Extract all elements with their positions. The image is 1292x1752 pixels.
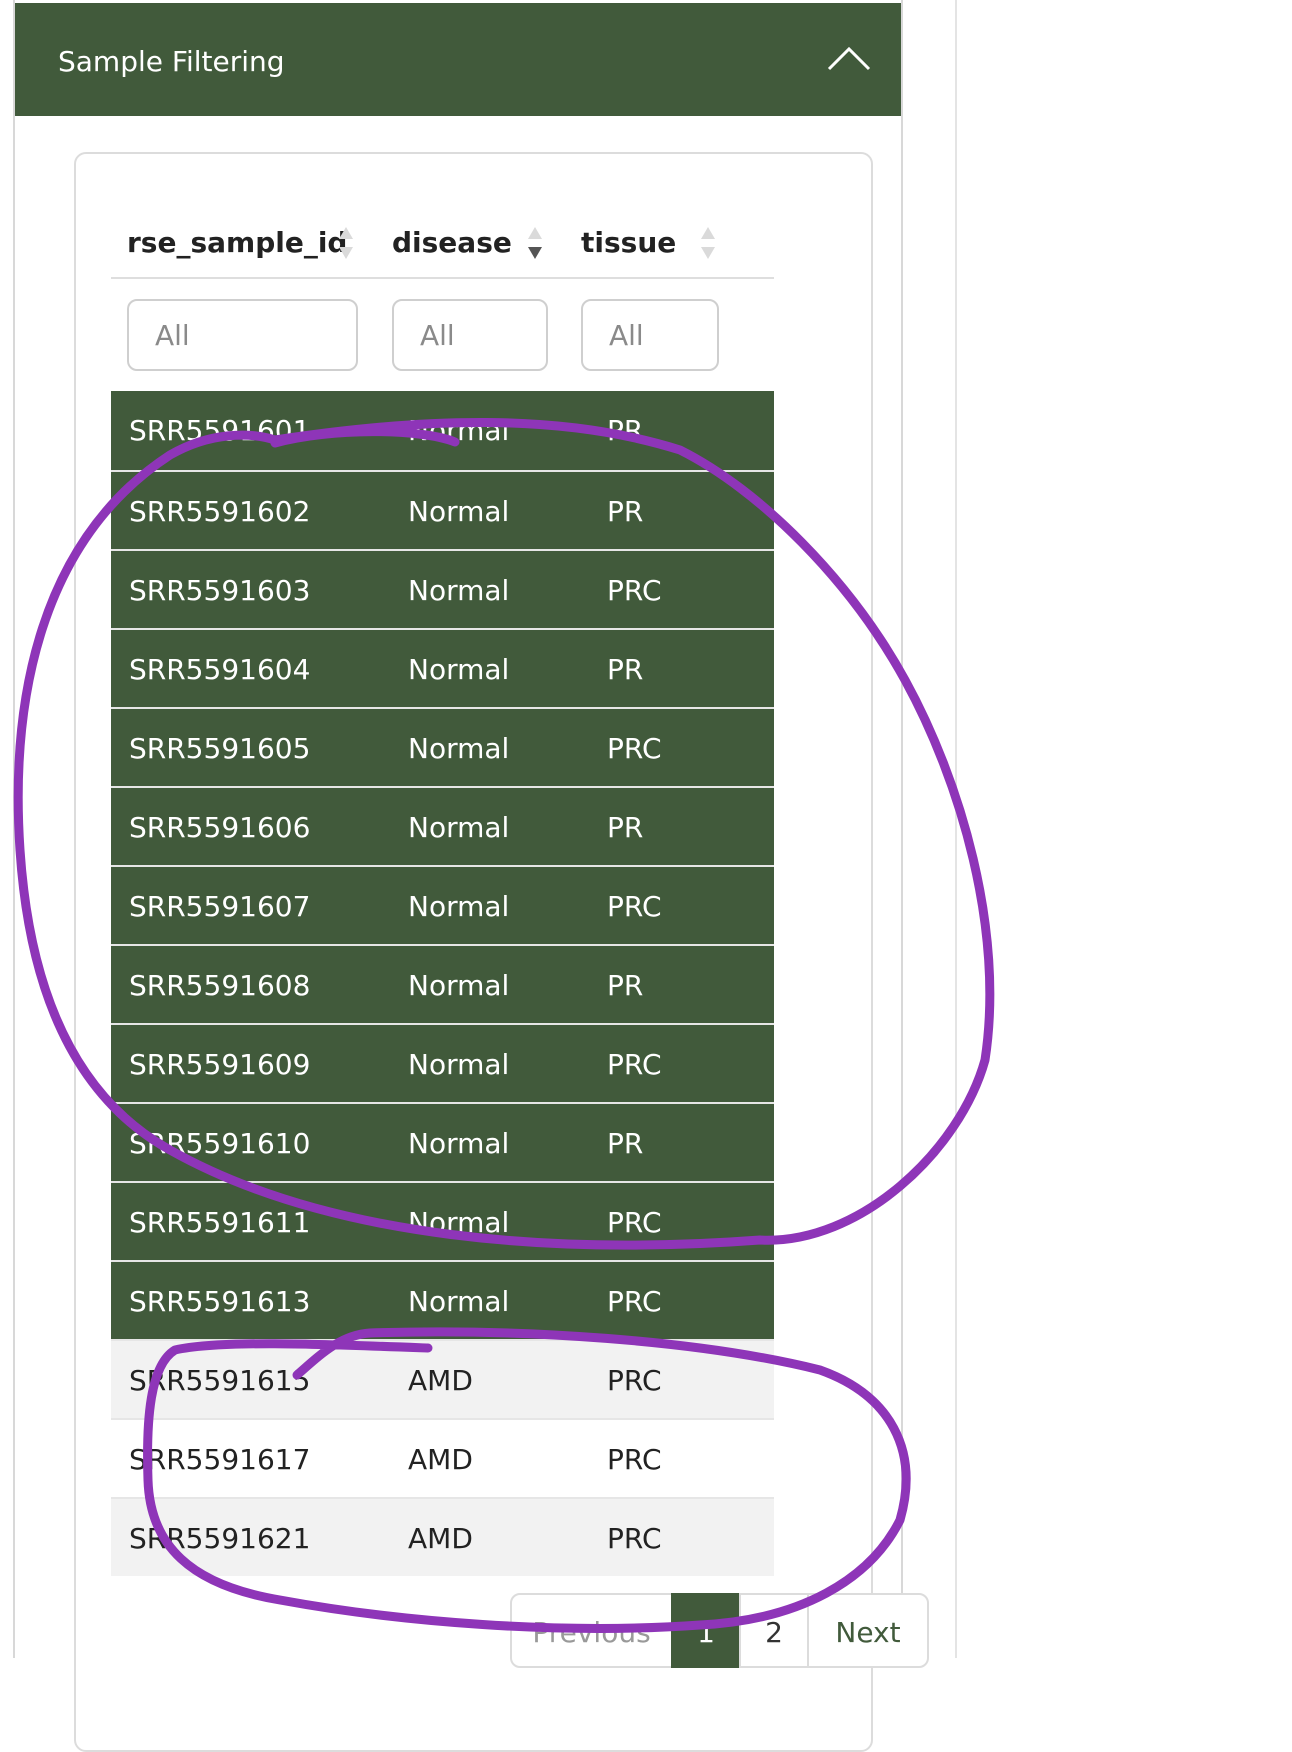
cell-id: SRR5591602: [129, 495, 311, 528]
cell-tissue: PRC: [607, 732, 662, 765]
cell-id: SRR5591610: [129, 1127, 311, 1160]
table-row[interactable]: SRR5591603 Normal PRC: [111, 549, 774, 628]
table-row[interactable]: SRR5591615 AMD PRC: [111, 1339, 774, 1418]
cell-disease: Normal: [408, 1048, 510, 1081]
cell-id: SRR5591621: [129, 1522, 311, 1555]
rse-sample-id-filter[interactable]: [127, 299, 358, 371]
table-body: SRR5591601 Normal PR SRR5591602 Normal PR SRR5…: [111, 391, 774, 1576]
cell-disease: AMD: [408, 1522, 473, 1555]
cell-disease: Normal: [408, 1206, 510, 1239]
cell-disease: Normal: [408, 811, 510, 844]
cell-id: SRR5591604: [129, 653, 311, 686]
cell-tissue: PRC: [607, 1522, 662, 1555]
cell-disease: AMD: [408, 1364, 473, 1397]
table-row[interactable]: SRR5591613 Normal PRC: [111, 1260, 774, 1339]
panel-header[interactable]: Sample Filtering: [15, 3, 901, 116]
previous-page-button[interactable]: Previous: [510, 1593, 673, 1668]
cell-disease: Normal: [408, 574, 510, 607]
sort-descending-icon[interactable]: [526, 225, 544, 261]
panel-title: Sample Filtering: [58, 45, 285, 78]
table-row[interactable]: SRR5591604 Normal PR: [111, 628, 774, 707]
cell-id: SRR5591603: [129, 574, 311, 607]
table-card: rse_sample_id disease tissue All All All…: [74, 152, 929, 1752]
table-row[interactable]: SRR5591617 AMD PRC: [111, 1418, 774, 1497]
column-header-disease[interactable]: disease: [392, 209, 512, 277]
cell-disease: Normal: [408, 890, 510, 923]
cell-tissue: PRC: [607, 1285, 662, 1318]
divider: [955, 0, 957, 1658]
cell-tissue: PRC: [607, 1443, 662, 1476]
cell-disease: Normal: [408, 1285, 510, 1318]
table-row[interactable]: SRR5591608 Normal PR: [111, 944, 774, 1023]
table-row[interactable]: SRR5591601 Normal PR: [111, 391, 774, 470]
cell-disease: Normal: [408, 969, 510, 1002]
cell-id: SRR5591615: [129, 1364, 311, 1397]
column-header-tissue[interactable]: tissue: [581, 209, 676, 277]
cell-id: SRR5591613: [129, 1285, 311, 1318]
table-row[interactable]: SRR5591609 Normal PRC: [111, 1023, 774, 1102]
column-header-label: tissue: [581, 226, 677, 259]
sort-icon[interactable]: [699, 225, 717, 261]
tissue-filter[interactable]: [581, 299, 719, 371]
table-row[interactable]: SRR5591611 Normal PRC: [111, 1181, 774, 1260]
cell-tissue: PRC: [607, 1364, 662, 1397]
cell-disease: AMD: [408, 1443, 473, 1476]
cell-id: SRR5591608: [129, 969, 311, 1002]
table-row[interactable]: SRR5591602 Normal PR: [111, 470, 774, 549]
chevron-up-icon[interactable]: [825, 43, 873, 73]
cell-id: SRR5591617: [129, 1443, 311, 1476]
column-header-label: rse_sample_id: [127, 226, 348, 259]
cell-id: SRR5591605: [129, 732, 311, 765]
table-row[interactable]: SRR5591621 AMD PRC: [111, 1497, 774, 1576]
cell-id: SRR5591611: [129, 1206, 311, 1239]
sample-filtering-panel: Sample Filtering rse_sample_id disease t…: [13, 0, 929, 1752]
next-page-button[interactable]: Next: [807, 1593, 929, 1668]
cell-disease: Normal: [408, 653, 510, 686]
cell-disease: Normal: [408, 495, 510, 528]
table-row[interactable]: SRR5591610 Normal PR: [111, 1102, 774, 1181]
cell-tissue: PR: [607, 1127, 644, 1160]
disease-filter[interactable]: [392, 299, 548, 371]
column-header-label: disease: [392, 226, 512, 259]
sort-icon[interactable]: [337, 225, 355, 261]
cell-id: SRR5591607: [129, 890, 311, 923]
cell-disease: Normal: [408, 1127, 510, 1160]
cell-id: SRR5591606: [129, 811, 311, 844]
column-filters: [111, 299, 774, 371]
cell-id: SRR5591601: [129, 414, 311, 447]
cell-tissue: PR: [607, 495, 644, 528]
table-row[interactable]: SRR5591605 Normal PRC: [111, 707, 774, 786]
page-1-button[interactable]: 1: [671, 1593, 741, 1668]
table-header-row: rse_sample_id disease tissue: [111, 209, 774, 279]
cell-id: SRR5591609: [129, 1048, 311, 1081]
cell-tissue: PR: [607, 653, 644, 686]
column-header-rse-sample-id[interactable]: rse_sample_id: [127, 209, 347, 277]
table-row[interactable]: SRR5591607 Normal PRC: [111, 865, 774, 944]
cell-tissue: PRC: [607, 574, 662, 607]
cell-disease: Normal: [408, 414, 510, 447]
table-row[interactable]: SRR5591606 Normal PR: [111, 786, 774, 865]
cell-disease: Normal: [408, 732, 510, 765]
cell-tissue: PR: [607, 414, 644, 447]
cell-tissue: PR: [607, 969, 644, 1002]
cell-tissue: PR: [607, 811, 644, 844]
page-2-button[interactable]: 2: [739, 1593, 809, 1668]
cell-tissue: PRC: [607, 1048, 662, 1081]
cell-tissue: PRC: [607, 890, 662, 923]
cell-tissue: PRC: [607, 1206, 662, 1239]
